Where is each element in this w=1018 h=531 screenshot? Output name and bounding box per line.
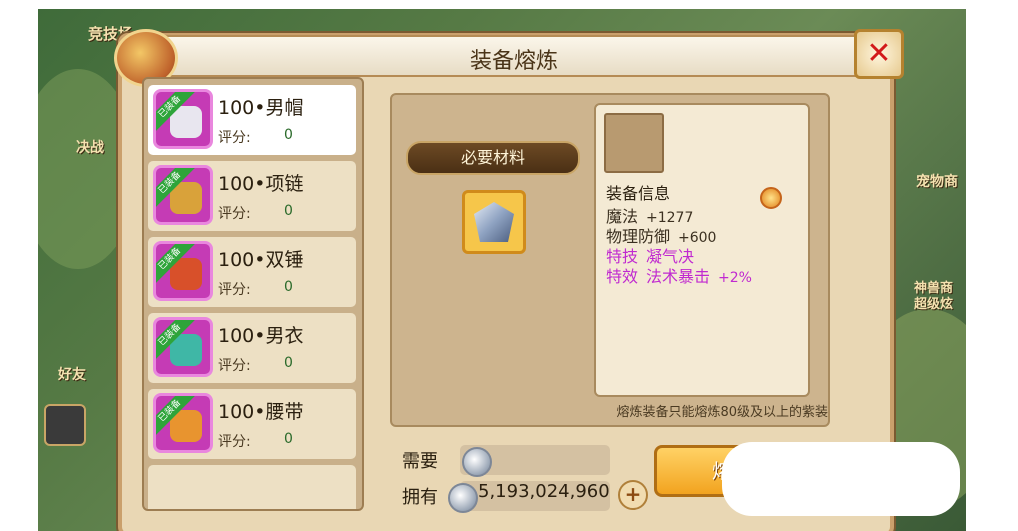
item-name: 100•项链 xyxy=(218,173,304,195)
score-value: 0 xyxy=(284,279,293,295)
title-bar: 装备熔炼 xyxy=(162,35,866,77)
add-silver-button[interactable]: + xyxy=(618,480,648,510)
super-label: 超级炫 xyxy=(914,297,954,312)
battle-label: 决战 xyxy=(76,140,104,156)
silver-coin-icon xyxy=(448,483,478,513)
item-name: 100•腰带 xyxy=(218,401,304,423)
have-amount: 5,193,024,960 xyxy=(478,481,610,502)
item-name: 100•双锤 xyxy=(218,249,304,271)
close-icon: ✕ xyxy=(866,36,892,71)
score-value: 0 xyxy=(284,431,293,447)
effect-extra: +2% xyxy=(718,270,752,286)
window-title: 装备熔炼 xyxy=(469,49,558,74)
list-item[interactable]: 已装备 100•项链 评分: 0 xyxy=(148,161,356,231)
info-title: 装备信息 xyxy=(606,184,671,203)
list-item-partial[interactable] xyxy=(148,465,356,509)
material-slot[interactable] xyxy=(462,190,526,254)
friend-button-label[interactable]: 好友 xyxy=(58,364,86,384)
score-label: 评分: xyxy=(218,130,251,146)
close-button[interactable]: ✕ xyxy=(854,29,904,79)
smelt-note: 熔炼装备只能熔炼80级及以上的紫装 xyxy=(616,405,828,420)
crystal-ore-icon xyxy=(474,202,514,242)
score-label: 评分: xyxy=(218,434,251,450)
score-label: 评分: xyxy=(218,282,251,298)
effect-name: 特效 xyxy=(606,267,639,286)
equipment-info-card: 装备信息 魔法 +1277 物理防御 +600 特技 凝气决 特效 法术暴击 +2% xyxy=(594,103,810,397)
equipment-thumb: 已装备 xyxy=(153,393,213,453)
list-item[interactable]: 已装备 100•双锤 评分: 0 xyxy=(148,237,356,307)
equipment-thumb: 已装备 xyxy=(153,241,213,301)
score-label: 评分: xyxy=(218,358,251,374)
attr-effect: 特效 法术暴击 +2% xyxy=(606,263,752,287)
equipment-thumb: 已装备 xyxy=(153,89,213,149)
score-value: 0 xyxy=(284,127,293,143)
list-item[interactable]: 已装备 100•男衣 评分: 0 xyxy=(148,313,356,383)
smelt-panel: 必要材料 装备信息 魔法 +1277 物理防御 +600 特技 凝气决 特效 法术暴击 +… xyxy=(390,93,830,427)
item-name: 100•男帽 xyxy=(218,97,304,119)
equipment-image-slot xyxy=(604,113,664,173)
score-value: 0 xyxy=(284,355,293,371)
silver-coin-icon xyxy=(462,447,492,477)
equipment-list[interactable]: 已装备 100•男帽 评分: 0 已装备 100•项链 评分: 0 已装备 10… xyxy=(142,77,364,511)
score-value: 0 xyxy=(284,203,293,219)
pet-shop-label[interactable]: 宠物商 xyxy=(916,171,958,191)
effect-value: 法术暴击 xyxy=(646,267,711,286)
have-label: 拥有 xyxy=(402,487,438,508)
gem-icon xyxy=(760,187,782,209)
blank-overlay xyxy=(722,442,960,516)
chat-icon[interactable] xyxy=(44,404,86,446)
list-item[interactable]: 已装备 100•腰带 评分: 0 xyxy=(148,389,356,459)
equipment-thumb: 已装备 xyxy=(153,165,213,225)
score-label: 评分: xyxy=(218,206,251,222)
equipment-thumb: 已装备 xyxy=(153,317,213,377)
list-item[interactable]: 已装备 100•男帽 评分: 0 xyxy=(148,85,356,155)
item-name: 100•男衣 xyxy=(218,325,304,347)
materials-label: 必要材料 xyxy=(406,141,580,175)
need-label: 需要 xyxy=(402,451,438,472)
